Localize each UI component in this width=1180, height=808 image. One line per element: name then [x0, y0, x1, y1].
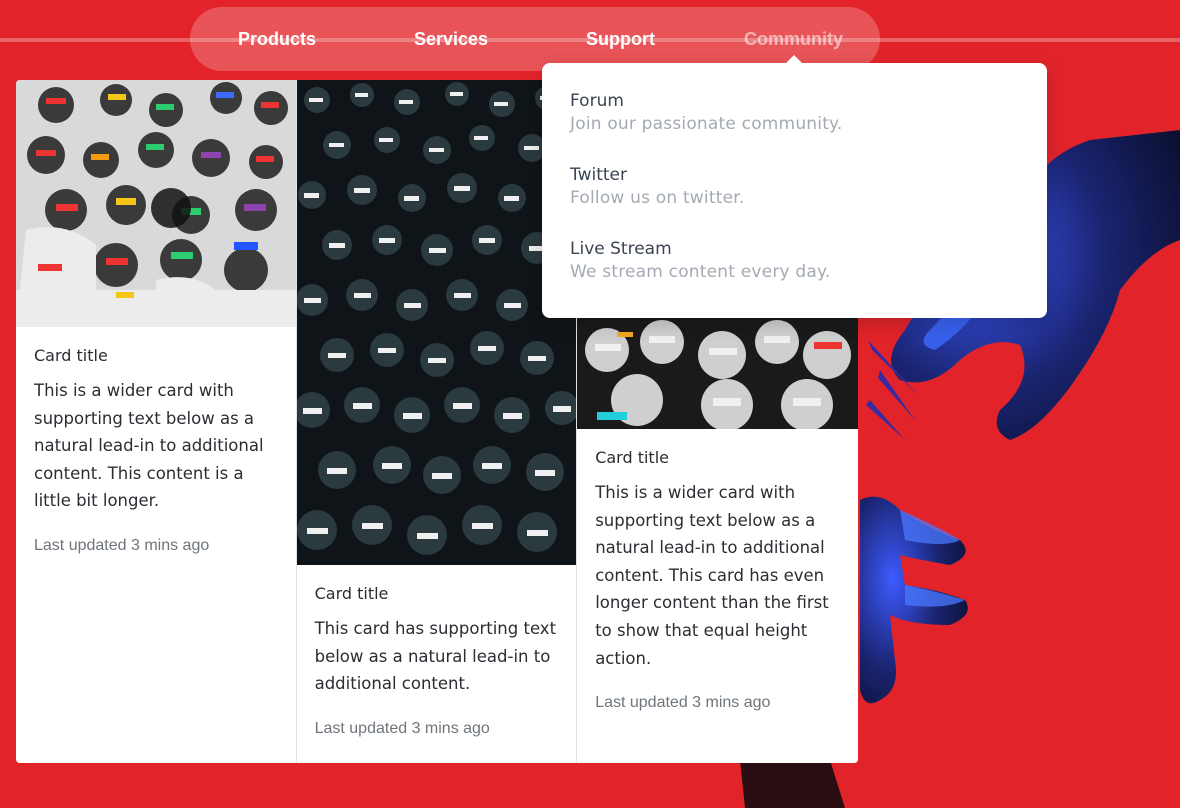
dropdown-item-title: Twitter	[570, 165, 627, 185]
dropdown-item-description: Follow us on twitter.	[570, 188, 745, 208]
dropdown-item-twitter[interactable]: Twitter Follow us on twitter.	[570, 164, 1019, 238]
nav-item-support[interactable]: Support	[586, 29, 744, 50]
card-title: Card title	[314, 584, 389, 603]
card-updated-text: Last updated 3 mins ago	[314, 719, 490, 737]
card-text: This is a wider card with supporting tex…	[34, 381, 264, 511]
dropdown-item-title: Live Stream	[570, 239, 672, 259]
dropdown-caret	[785, 55, 803, 64]
card: Card title This card has supporting text…	[296, 80, 578, 763]
card-text: This is a wider card with supporting tex…	[595, 483, 829, 668]
card-updated-text: Last updated 3 mins ago	[595, 694, 771, 712]
card-updated-text: Last updated 3 mins ago	[34, 536, 210, 554]
dropdown-item-description: We stream content every day.	[570, 262, 831, 282]
dropdown-item-live-stream[interactable]: Live Stream We stream content every day.	[570, 238, 1019, 312]
card-image-crowd-colored-glasses	[16, 80, 296, 327]
card-image-crowd-3d-glasses	[296, 80, 577, 565]
dropdown-item-forum[interactable]: Forum Join our passionate community.	[570, 90, 1019, 164]
nav-item-community[interactable]: Community	[744, 29, 843, 50]
dropdown-item-description: Join our passionate community.	[570, 114, 843, 134]
card-title: Card title	[34, 346, 108, 365]
card-title: Card title	[595, 448, 669, 467]
top-navigation: Products Services Support Community	[190, 7, 880, 71]
dropdown-item-title: Forum	[570, 91, 624, 111]
nav-item-products[interactable]: Products	[238, 29, 414, 50]
card: Card title This is a wider card with sup…	[16, 80, 297, 763]
nav-item-services[interactable]: Services	[414, 29, 586, 50]
card-text: This card has supporting text below as a…	[314, 619, 557, 694]
community-dropdown-menu: Forum Join our passionate community. Twi…	[542, 55, 1047, 318]
